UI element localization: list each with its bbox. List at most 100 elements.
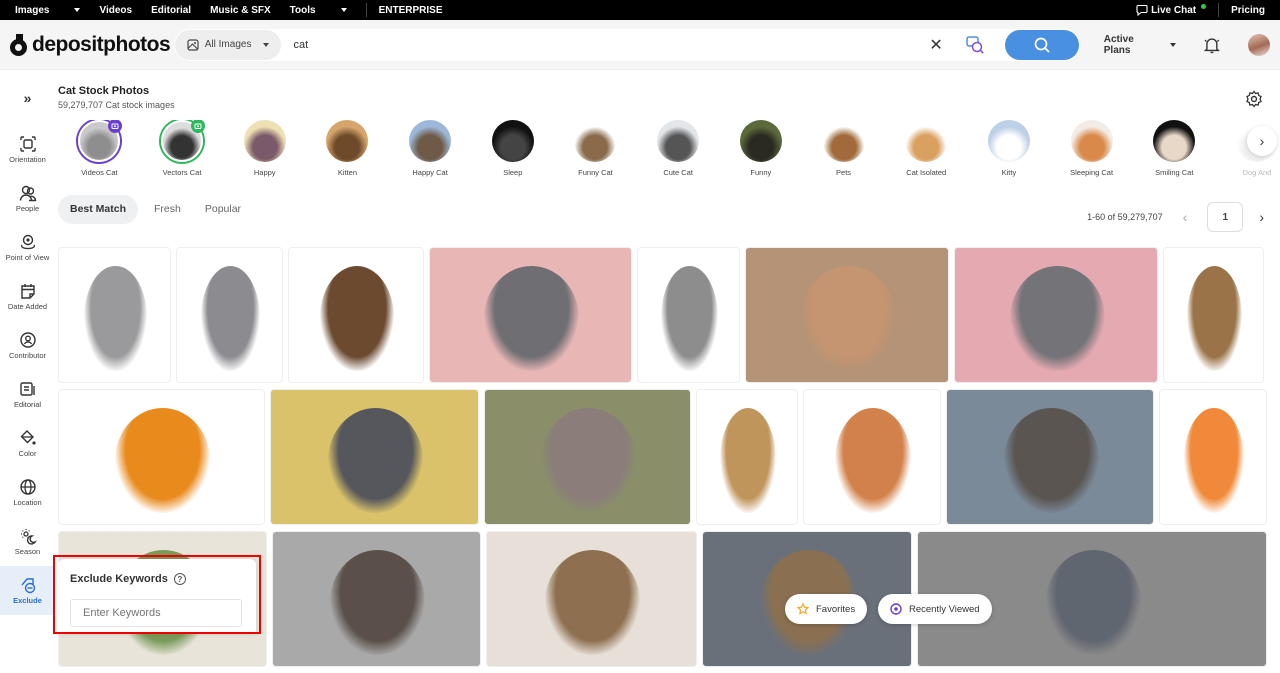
sidebar-item-date-added[interactable]: Date Added bbox=[0, 272, 55, 321]
image-thumbnail[interactable] bbox=[745, 247, 949, 383]
category-chip[interactable]: Kitty bbox=[968, 120, 1051, 177]
video-badge-icon bbox=[108, 120, 123, 133]
image-thumbnail[interactable] bbox=[272, 531, 481, 667]
category-chip[interactable]: Happy Cat bbox=[389, 120, 472, 177]
user-avatar[interactable] bbox=[1248, 33, 1270, 56]
recently-viewed-button[interactable]: Recently Viewed bbox=[878, 594, 992, 624]
settings-gear-icon[interactable] bbox=[1245, 90, 1263, 108]
cat-figure bbox=[545, 550, 640, 655]
next-page-icon[interactable]: › bbox=[1259, 209, 1264, 225]
image-thumbnail[interactable] bbox=[58, 247, 171, 383]
sidebar-item-people[interactable]: People bbox=[0, 174, 55, 223]
nav-music-sfx[interactable]: Music & SFX bbox=[210, 5, 271, 16]
category-thumbnail bbox=[739, 120, 782, 162]
cat-figure bbox=[115, 408, 210, 513]
active-plans-dropdown[interactable]: Active Plans bbox=[1104, 34, 1177, 56]
image-thumbnail[interactable] bbox=[288, 247, 424, 383]
category-label: Smiling Cat bbox=[1155, 168, 1194, 177]
category-chip[interactable]: Happy bbox=[223, 120, 306, 177]
category-chip[interactable]: Pets bbox=[802, 120, 885, 177]
image-thumbnail[interactable] bbox=[803, 389, 941, 525]
category-label: Sleeping Cat bbox=[1070, 168, 1114, 177]
search-input[interactable]: cat bbox=[293, 39, 929, 51]
image-thumbnail[interactable] bbox=[429, 247, 632, 383]
calendar-icon bbox=[20, 284, 35, 299]
notification-bell-icon[interactable] bbox=[1202, 35, 1222, 55]
expand-sidebar-button[interactable]: » bbox=[0, 71, 55, 125]
category-thumbnail bbox=[161, 120, 206, 162]
image-thumbnail[interactable] bbox=[637, 247, 740, 383]
nav-enterprise[interactable]: ENTERPRISE bbox=[379, 5, 443, 16]
image-thumbnail[interactable] bbox=[270, 389, 479, 525]
nav-videos[interactable]: Videos bbox=[99, 5, 132, 16]
category-chip[interactable]: Kitten bbox=[306, 120, 389, 177]
cat-figure bbox=[1003, 408, 1099, 513]
carousel-next-button[interactable]: › bbox=[1247, 126, 1277, 156]
image-thumbnail[interactable] bbox=[484, 389, 691, 525]
logo[interactable]: depositphotos bbox=[10, 33, 174, 57]
season-icon bbox=[20, 529, 37, 545]
category-chip[interactable]: Cat Isolated bbox=[885, 120, 968, 177]
image-thumbnail[interactable] bbox=[1163, 247, 1264, 383]
cat-figure bbox=[661, 266, 718, 371]
tab-best-match[interactable]: Best Match bbox=[58, 194, 139, 224]
category-chip[interactable]: Sleep bbox=[471, 120, 554, 177]
image-thumbnail[interactable] bbox=[58, 389, 265, 525]
sidebar-item-orientation[interactable]: Orientation bbox=[0, 125, 55, 174]
category-label: Happy Cat bbox=[412, 168, 448, 177]
sidebar-item-point-of-view[interactable]: Point of View bbox=[0, 223, 55, 272]
image-thumbnail[interactable] bbox=[176, 247, 283, 383]
header: depositphotos All Images cat ✕ Active Pl… bbox=[0, 20, 1280, 70]
logo-mark-icon bbox=[10, 33, 28, 56]
search-button[interactable] bbox=[1004, 29, 1079, 60]
category-thumbnail bbox=[1153, 120, 1196, 162]
category-chip[interactable]: Cute Cat bbox=[637, 120, 720, 177]
favorites-button[interactable]: Favorites bbox=[785, 594, 868, 624]
live-chat-link[interactable]: Live Chat bbox=[1136, 3, 1207, 16]
chevron-down-icon bbox=[1170, 42, 1177, 47]
category-label: Dog And bbox=[1242, 168, 1272, 177]
image-icon bbox=[187, 38, 199, 51]
image-thumbnail[interactable] bbox=[1159, 389, 1267, 525]
page-number-input[interactable]: 1 bbox=[1207, 202, 1244, 232]
cat-figure bbox=[1184, 408, 1244, 513]
category-chip[interactable]: Funny bbox=[720, 120, 803, 177]
category-chip[interactable]: Vectors Cat bbox=[141, 120, 224, 177]
visual-search-icon[interactable] bbox=[965, 35, 985, 55]
nav-images[interactable]: Images bbox=[15, 5, 81, 16]
nav-editorial[interactable]: Editorial bbox=[151, 5, 191, 16]
sidebar-item-color[interactable]: Color bbox=[0, 419, 55, 468]
category-thumbnail bbox=[574, 120, 617, 162]
image-thumbnail[interactable] bbox=[696, 389, 798, 525]
prev-page-icon[interactable]: ‹ bbox=[1183, 209, 1188, 225]
pagination: 1-60 of 59,279,707 ‹ 1 › bbox=[1087, 202, 1264, 232]
image-thumbnail[interactable] bbox=[954, 247, 1158, 383]
chevron-down-icon bbox=[340, 8, 347, 12]
related-categories-carousel: Videos Cat Vectors Cat Happy Kitten Happy Ca… bbox=[58, 120, 1280, 177]
category-chip[interactable]: Videos Cat bbox=[58, 120, 141, 177]
category-chip[interactable]: Funny Cat bbox=[554, 120, 637, 177]
clear-search-icon[interactable]: ✕ bbox=[929, 35, 942, 55]
sidebar-item-exclude[interactable]: Exclude bbox=[0, 566, 55, 615]
page-title: Cat Stock Photos bbox=[58, 85, 150, 97]
nav-tools[interactable]: Tools bbox=[290, 5, 347, 16]
category-chip[interactable]: Smiling Cat bbox=[1133, 120, 1216, 177]
sidebar-item-season[interactable]: Season bbox=[0, 517, 55, 566]
tab-fresh[interactable]: Fresh bbox=[142, 195, 193, 224]
cat-figure bbox=[201, 266, 260, 371]
pricing-link[interactable]: Pricing bbox=[1231, 5, 1265, 16]
sidebar-item-contributor[interactable]: Contributor bbox=[0, 321, 55, 370]
image-row bbox=[58, 247, 1280, 383]
category-thumbnail bbox=[409, 120, 452, 162]
chevron-down-icon bbox=[263, 42, 270, 47]
image-thumbnail[interactable] bbox=[486, 531, 697, 667]
sidebar-item-editorial[interactable]: Editorial bbox=[0, 370, 55, 419]
cat-figure bbox=[541, 408, 636, 513]
category-chip[interactable]: Sleeping Cat bbox=[1050, 120, 1133, 177]
content-type-dropdown[interactable]: All Images bbox=[174, 29, 282, 60]
cat-figure bbox=[1009, 266, 1105, 371]
sidebar-item-location[interactable]: Location bbox=[0, 468, 55, 517]
tab-popular[interactable]: Popular bbox=[193, 195, 253, 224]
image-thumbnail[interactable] bbox=[946, 389, 1154, 525]
category-thumbnail bbox=[987, 120, 1030, 162]
